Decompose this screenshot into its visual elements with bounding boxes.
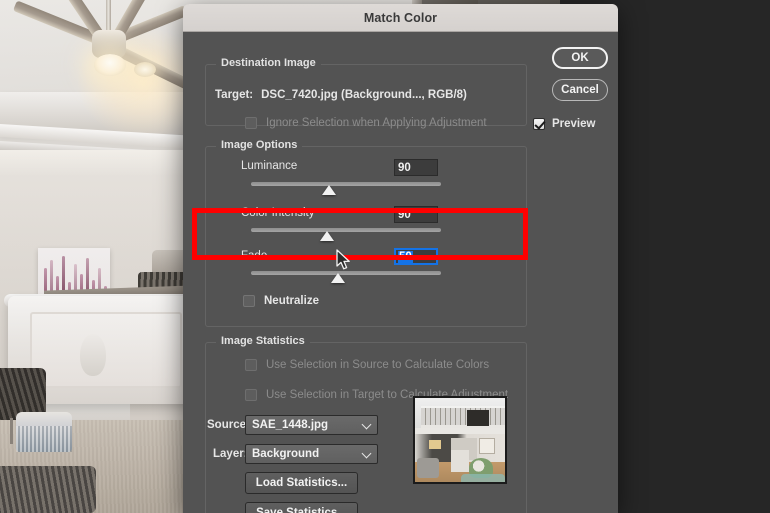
- ok-button[interactable]: OK: [552, 47, 608, 69]
- color-intensity-label-row: Color Intensity: [241, 207, 315, 219]
- luminance-label: Luminance: [241, 160, 298, 172]
- preview-label: Preview: [552, 118, 596, 130]
- fade-input[interactable]: 50: [394, 248, 438, 265]
- chevron-down-icon: [361, 448, 372, 459]
- source-value: SAE_1448.jpg: [252, 419, 329, 431]
- image-options-group-label: Image Options: [216, 139, 303, 151]
- use-selection-source-checkbox: [245, 359, 257, 371]
- ignore-selection-row: Ignore Selection when Applying Adjustmen…: [245, 117, 487, 129]
- luminance-label-row: Luminance: [241, 160, 297, 172]
- photo-bed-medallion: [80, 334, 106, 376]
- save-statistics-label: Save Statistics...: [256, 507, 347, 513]
- mouse-cursor: [336, 249, 352, 276]
- photo-ottoman-pleated: [16, 412, 72, 452]
- photo-fan-light-secondary: [134, 62, 156, 77]
- thumb-sofa: [417, 458, 439, 478]
- target-value: DSC_7420.jpg (Background..., RGB/8): [261, 89, 467, 101]
- photo-bed-panel: [30, 312, 182, 388]
- layer-label-row: Layer:: [213, 448, 248, 460]
- neutralize-checkbox[interactable]: [243, 295, 255, 307]
- use-selection-source-row: Use Selection in Source to Calculate Col…: [245, 359, 489, 371]
- preview-row[interactable]: Preview: [533, 118, 595, 130]
- target-row: Target: DSC_7420.jpg (Background..., RGB…: [215, 89, 467, 101]
- photo-fan-light: [94, 54, 126, 76]
- thumb-island: [451, 450, 469, 472]
- source-label-row: Source:: [207, 419, 250, 431]
- photo-ottoman-leg: [10, 418, 13, 444]
- dialog-title: Match Color: [363, 10, 438, 25]
- photo-fan-rod: [106, 0, 111, 34]
- load-statistics-button[interactable]: Load Statistics...: [245, 472, 358, 494]
- match-color-dialog: Match Color Destination Image Target: DS…: [183, 4, 618, 513]
- color-intensity-label: Color Intensity: [241, 207, 315, 219]
- color-intensity-slider-thumb[interactable]: [320, 231, 334, 241]
- fade-label-row: Fade: [241, 250, 267, 262]
- luminance-input[interactable]: 90: [394, 159, 438, 176]
- layer-label: Layer:: [213, 448, 248, 460]
- ok-button-label: OK: [571, 52, 589, 64]
- color-intensity-input[interactable]: 90: [394, 206, 438, 223]
- ignore-selection-checkbox: [245, 117, 257, 129]
- chevron-down-icon: [361, 419, 372, 430]
- use-selection-source-label: Use Selection in Source to Calculate Col…: [266, 359, 490, 371]
- color-intensity-slider-track[interactable]: [251, 228, 441, 232]
- image-statistics-group-label: Image Statistics: [216, 335, 310, 347]
- thumb-lamp: [429, 440, 441, 449]
- save-statistics-button[interactable]: Save Statistics...: [245, 502, 358, 513]
- luminance-slider-track[interactable]: [251, 182, 441, 186]
- source-label: Source:: [207, 419, 250, 431]
- thumb-loft-opening: [467, 410, 489, 426]
- luminance-slider-thumb[interactable]: [322, 185, 336, 195]
- neutralize-row[interactable]: Neutralize: [243, 295, 319, 307]
- cancel-button[interactable]: Cancel: [552, 79, 608, 101]
- cancel-button-label: Cancel: [561, 84, 599, 96]
- color-intensity-value: 90: [398, 208, 411, 221]
- neutralize-label: Neutralize: [264, 295, 319, 307]
- dialog-body: Destination Image Target: DSC_7420.jpg (…: [183, 32, 618, 513]
- luminance-value: 90: [398, 161, 411, 174]
- fade-label: Fade: [241, 250, 268, 262]
- photo-ottoman-fur-gray: [0, 466, 96, 513]
- layer-value: Background: [252, 448, 320, 460]
- target-label: Target:: [215, 89, 254, 101]
- thumb-wall-art: [479, 438, 495, 454]
- layer-dropdown[interactable]: Background: [245, 444, 378, 464]
- preview-checkbox[interactable]: [533, 118, 545, 130]
- destination-image-group-label: Destination Image: [216, 57, 321, 69]
- use-selection-target-checkbox: [245, 389, 257, 401]
- dialog-titlebar[interactable]: Match Color: [183, 4, 618, 32]
- thumb-loft-railing: [421, 406, 505, 428]
- source-dropdown[interactable]: SAE_1448.jpg: [245, 415, 378, 435]
- thumb-glass-table: [461, 474, 505, 482]
- load-statistics-label: Load Statistics...: [255, 477, 348, 489]
- ignore-selection-label: Ignore Selection when Applying Adjustmen…: [266, 117, 487, 129]
- fade-value: 50: [398, 250, 413, 263]
- source-preview-thumbnail: [413, 396, 507, 484]
